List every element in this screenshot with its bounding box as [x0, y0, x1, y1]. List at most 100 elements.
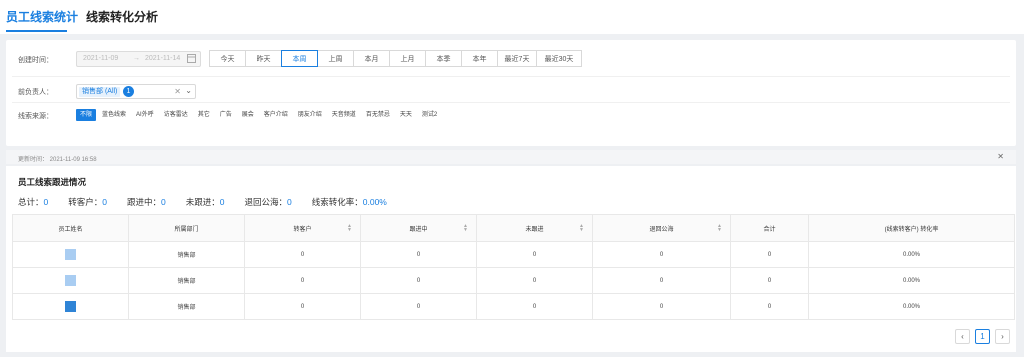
source-filter-group: 不限 蓝色线索 AI外呼 访客雷达 其它 广告 展会 客户介绍 朋友介绍 天音频… [76, 109, 443, 121]
stat-value: 0.00% [362, 197, 387, 207]
date-start: 2021-11-09 [83, 55, 119, 62]
column-header-department: 所属部门 [128, 214, 245, 242]
source-option[interactable]: 客户介绍 [260, 109, 292, 121]
leads-progress-card: 员工线索跟进情况 总计：0 转客户：0 跟进中：0 未跟进：0 退回公海：0 线… [6, 166, 1016, 352]
column-header-returned[interactable]: 退回公海 ▲ ▼ [592, 214, 731, 242]
tab-employee-leads[interactable]: 员工线索统计 [6, 8, 78, 25]
not-followed-cell: 0 [476, 267, 593, 294]
employee-cell [12, 267, 129, 294]
stat-total: 总计：0 [18, 196, 48, 208]
returned-cell: 0 [592, 293, 731, 320]
source-option[interactable]: 蓝色线索 [98, 109, 130, 121]
range-last-month[interactable]: 上月 [389, 50, 426, 67]
chevron-down-icon[interactable]: ⌄ [185, 86, 192, 95]
owner-label: 前负责人： [18, 89, 53, 96]
stat-conversion-rate: 线索转化率：0.00% [312, 196, 387, 208]
table-row: 销售部 0 0 0 0 0 0.00% [12, 267, 1015, 294]
stat-converted: 转客户：0 [68, 196, 107, 208]
source-option[interactable]: 朋友介绍 [294, 109, 326, 121]
date-range-picker[interactable]: 2021-11-09 → 2021-11-14 [76, 51, 201, 67]
range-this-year[interactable]: 本年 [461, 50, 498, 67]
avatar[interactable] [65, 249, 76, 260]
stat-label: 退回公海： [244, 197, 288, 207]
column-header-label: 未跟进 [525, 226, 544, 233]
update-time-text: 更新时间： 2021-11-09 16:58 [18, 157, 97, 163]
total-cell: 0 [730, 267, 809, 294]
stat-following: 跟进中：0 [127, 196, 166, 208]
stat-label: 跟进中： [127, 197, 162, 207]
department-cell: 销售部 [128, 293, 245, 320]
rate-cell: 0.00% [808, 267, 1015, 294]
source-option[interactable]: 不限 [76, 109, 97, 121]
source-option[interactable]: 展会 [238, 109, 258, 121]
table-row: 销售部 0 0 0 0 0 0.00% [12, 293, 1015, 320]
range-last-7-days[interactable]: 最近7天 [497, 50, 537, 67]
source-option[interactable]: 测试2 [418, 109, 441, 121]
range-last-week[interactable]: 上周 [317, 50, 354, 67]
source-option[interactable]: 百无禁忌 [362, 109, 394, 121]
source-option[interactable]: 广告 [216, 109, 236, 121]
range-yesterday[interactable]: 昨天 [245, 50, 282, 67]
sort-icon[interactable]: ▲ ▼ [717, 224, 722, 233]
source-option[interactable]: 天音频道 [328, 109, 360, 121]
page-button-current[interactable]: 1 [975, 329, 990, 344]
avatar[interactable] [65, 275, 76, 286]
owner-select[interactable]: 销售部 (All) 1 ✕ ⌄ [76, 84, 196, 99]
total-cell: 0 [730, 241, 809, 268]
stat-value: 0 [287, 197, 292, 207]
range-this-quarter[interactable]: 本季 [425, 50, 462, 67]
sort-icon[interactable]: ▲ ▼ [579, 224, 584, 233]
column-header-label: 跟进中 [409, 226, 428, 233]
stat-value: 0 [219, 197, 225, 207]
employee-cell [12, 241, 129, 268]
column-header-total: 合计 [730, 214, 809, 242]
pagination: ‹ 1 › [950, 329, 1010, 344]
column-header-rate: (线索转客户) 转化率 [808, 214, 1015, 242]
filter-panel: 创建时间： 2021-11-09 → 2021-11-14 今天 昨天 本周 上… [6, 40, 1016, 146]
range-this-month[interactable]: 本月 [353, 50, 390, 67]
department-cell: 销售部 [128, 267, 245, 294]
stat-label: 转客户： [68, 197, 103, 207]
divider [12, 102, 1010, 103]
close-icon[interactable]: ✕ [997, 152, 1004, 161]
rate-cell: 0.00% [808, 293, 1015, 320]
clear-icon[interactable]: ✕ [174, 87, 181, 96]
next-page-button[interactable]: › [995, 329, 1010, 344]
sort-icon[interactable]: ▲ ▼ [347, 224, 352, 233]
active-tab-indicator [6, 30, 67, 32]
prev-page-button[interactable]: ‹ [955, 329, 970, 344]
summary-stats: 总计：0 转客户：0 跟进中：0 未跟进：0 退回公海：0 线索转化率：0.00… [18, 196, 407, 208]
date-arrow: → [133, 55, 140, 62]
source-option[interactable]: 天天 [396, 109, 416, 121]
converted-cell: 0 [244, 293, 361, 320]
returned-cell: 0 [592, 241, 731, 268]
not-followed-cell: 0 [476, 293, 593, 320]
source-option[interactable]: 其它 [194, 109, 214, 121]
column-header-converted[interactable]: 转客户 ▲ ▼ [244, 214, 361, 242]
column-header-not-followed[interactable]: 未跟进 ▲ ▼ [476, 214, 593, 242]
column-header-employee: 员工姓名 [12, 214, 129, 242]
employee-cell [12, 293, 129, 320]
table-header-row: 员工姓名 所属部门 转客户 ▲ ▼ 跟进中 ▲ ▼ 未跟进 ▲ ▼ 退回公海 ▲ ▼ 合计 (线… [12, 214, 1015, 242]
divider [12, 76, 1010, 77]
total-cell: 0 [730, 293, 809, 320]
following-cell: 0 [360, 241, 477, 268]
tab-lead-conversion[interactable]: 线索转化分析 [86, 8, 158, 25]
source-option[interactable]: AI外呼 [132, 109, 158, 121]
stat-value: 0 [161, 197, 166, 207]
range-today[interactable]: 今天 [209, 50, 246, 67]
source-option[interactable]: 访客雷达 [160, 109, 192, 121]
calendar-icon [187, 53, 196, 65]
returned-cell: 0 [592, 267, 731, 294]
range-this-week[interactable]: 本周 [281, 50, 318, 67]
stat-not-followed: 未跟进：0 [186, 196, 225, 208]
avatar[interactable] [65, 301, 76, 312]
date-end: 2021-11-14 [145, 55, 181, 62]
sort-icon[interactable]: ▲ ▼ [463, 224, 468, 233]
top-tab-bar: 员工线索统计 线索转化分析 [0, 0, 1024, 34]
source-label: 线索来源： [18, 113, 53, 120]
range-last-30-days[interactable]: 最近30天 [536, 50, 582, 67]
update-time-bar: 更新时间： 2021-11-09 16:58 ✕ [6, 150, 1016, 164]
column-header-following[interactable]: 跟进中 ▲ ▼ [360, 214, 477, 242]
converted-cell: 0 [244, 241, 361, 268]
